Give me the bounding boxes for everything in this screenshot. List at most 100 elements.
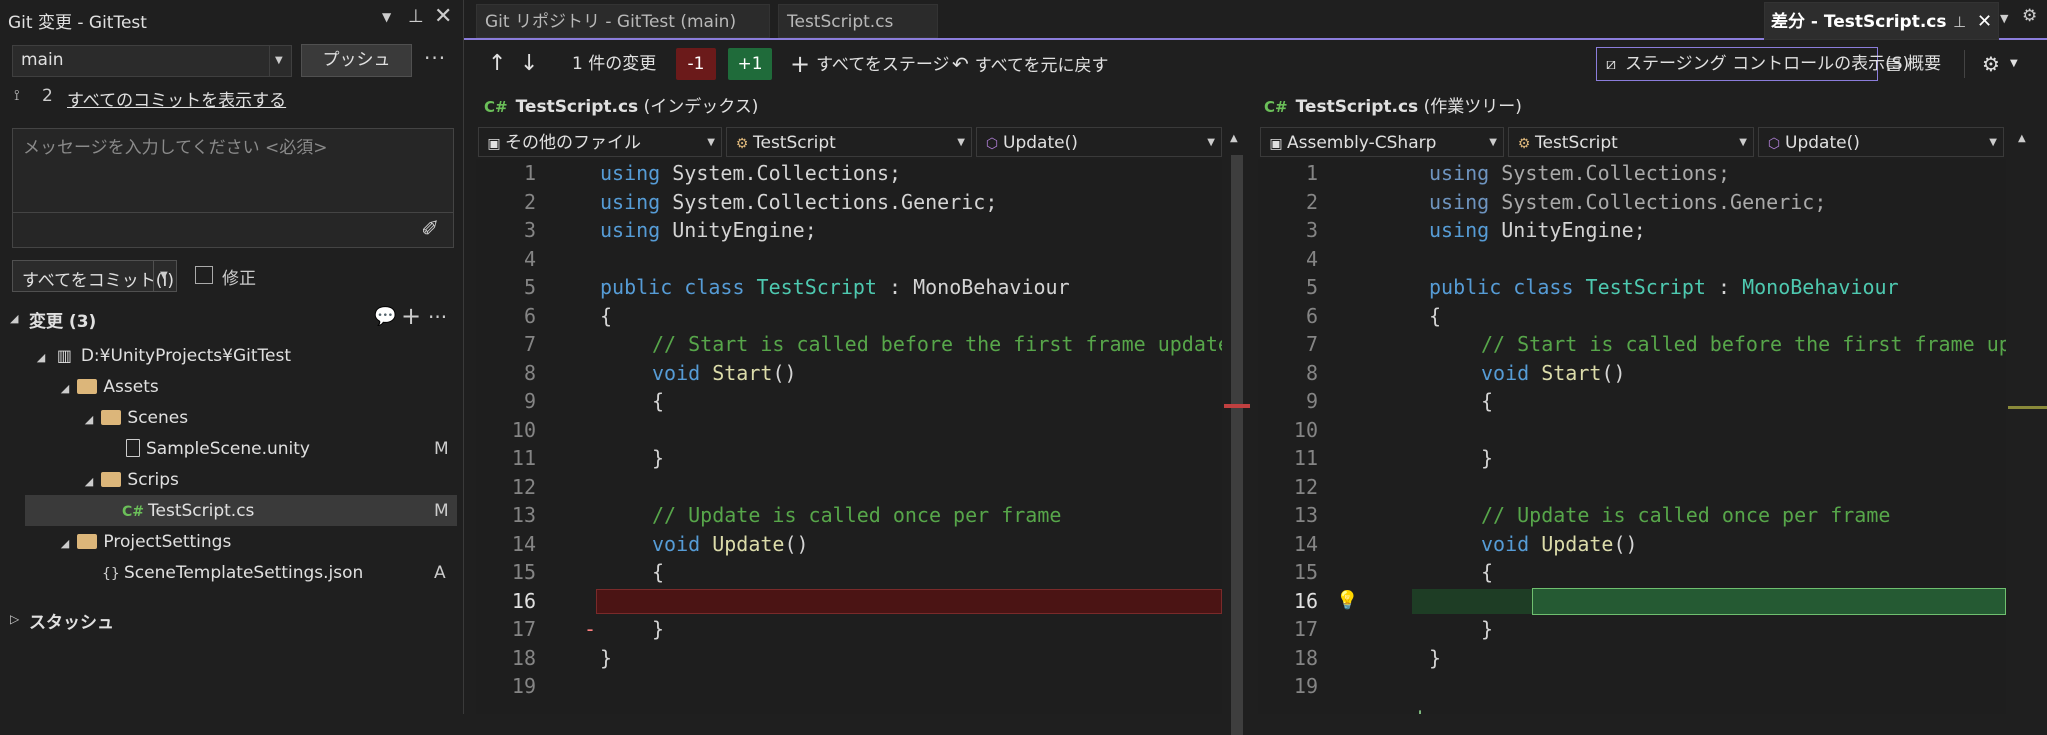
removed-line-highlight — [596, 588, 1222, 614]
collapse-triangle-icon[interactable]: ◢ — [10, 312, 18, 325]
chevron-down-icon: ▼ — [1489, 137, 1497, 148]
added-count-badge: +1 — [728, 48, 772, 80]
tree-item-label: ProjectSettings — [103, 532, 232, 552]
show-staging-controls-button[interactable]: ⧄ ステージング コントロールの表示(S) — [1596, 47, 1909, 81]
panel-menu-icon[interactable]: ▼ — [382, 10, 391, 24]
tree-item-samplescene[interactable]: SampleScene.unity — [126, 434, 310, 464]
right-pane-filename: TestScript.cs — [1295, 97, 1419, 117]
commit-message-input[interactable]: メッセージを入力してください <必須> — [23, 133, 328, 158]
chevron-down-icon[interactable]: ▼ — [160, 270, 168, 281]
git-changes-panel: Git 変更 - GitTest ▼ ⊥ ✕ main ▼ プッシュ ··· ⟟… — [0, 0, 464, 714]
method-icon: ⬡ — [1767, 136, 1781, 152]
tree-item-label: Scrips — [127, 470, 179, 490]
chevron-down-icon[interactable]: ▼ — [2010, 48, 2018, 80]
staging-toggle-icon: ⧄ — [1605, 54, 1617, 73]
tree-item-scenetemplate[interactable]: {} SceneTemplateSettings.json — [102, 558, 363, 588]
repository-icon: ▥ — [56, 346, 72, 365]
commit-all-button[interactable]: すべてをコミット(I) ▼ — [12, 260, 177, 292]
tab-git-repository[interactable]: Git リポジトリ - GitTest (main) — [476, 4, 770, 38]
more-options-icon[interactable]: ··· — [428, 305, 447, 329]
pin-icon[interactable]: ⊥ — [1953, 3, 1966, 41]
commit-graph-icon: ⟟ — [14, 86, 20, 104]
diff-toolbar: ↑ ↓ 1 件の変更 -1 +1 + すべてをステージ ↶ すべてを元に戻す ⧄ ステ… — [464, 42, 2047, 86]
folder-icon — [77, 379, 98, 394]
tree-item-testscript[interactable]: C# TestScript.cs — [122, 496, 254, 526]
show-all-commits-link[interactable]: すべてのコミットを表示する — [67, 86, 286, 111]
left-member-combo[interactable]: ⬡ Update() ▼ — [976, 127, 1222, 157]
stage-all-plus-icon[interactable]: + — [401, 302, 421, 330]
combo-label: その他のファイル — [505, 133, 641, 153]
tree-item-projectsettings[interactable]: ◢ ProjectSettings — [58, 527, 232, 557]
tab-list-dropdown-icon[interactable]: ▼ — [2000, 12, 2008, 25]
chevron-down-icon: ▼ — [275, 55, 283, 66]
pin-icon[interactable]: ⊥ — [408, 6, 424, 27]
collapse-triangle-icon: ◢ — [84, 413, 94, 426]
right-class-combo[interactable]: ⚙ TestScript ▼ — [1508, 127, 1754, 157]
overview-button[interactable]: ▤ 概要 — [1886, 48, 1941, 80]
plus-icon: + — [790, 50, 811, 78]
stage-all-button[interactable]: + すべてをステージ — [790, 48, 950, 80]
left-project-combo[interactable]: ▣ その他のファイル ▼ — [478, 127, 722, 157]
right-member-combo[interactable]: ⬡ Update() ▼ — [1758, 127, 2004, 157]
tab-testscript[interactable]: TestScript.cs — [778, 4, 938, 38]
collapse-triangle-icon: ◢ — [60, 382, 70, 395]
branch-name: main — [21, 50, 64, 70]
settings-gear-icon[interactable]: ⚙ — [1982, 48, 2000, 80]
overview-document-icon: ▤ — [1886, 54, 1902, 73]
changes-header[interactable]: 変更 (3) — [29, 307, 96, 332]
left-vertical-scrollbar[interactable]: ▲ — [1224, 127, 1250, 735]
branch-selector[interactable]: main ▼ — [12, 45, 292, 77]
scroll-up-arrow-icon[interactable]: ▲ — [2018, 133, 2026, 144]
settings-gear-icon[interactable]: ⚙ — [2022, 6, 2037, 26]
chevron-down-icon: ▼ — [1739, 137, 1747, 148]
outgoing-commit-count: 2 — [42, 86, 53, 106]
right-project-combo[interactable]: ▣ Assembly-CSharp ▼ — [1260, 127, 1504, 157]
lightbulb-icon[interactable]: 💡 — [1336, 587, 1358, 616]
tree-item-repo-root[interactable]: ◢ ▥ D:¥UnityProjects¥GitTest — [34, 341, 291, 371]
right-vertical-scrollbar[interactable]: ▲ — [2008, 127, 2047, 714]
tab-diff-testscript[interactable]: 差分 - TestScript.cs ⊥ ✕ — [1764, 2, 1999, 40]
tree-item-scenes[interactable]: ◢ Scenes — [82, 403, 188, 433]
commit-message-box[interactable]: メッセージを入力してください <必須> ✐ — [12, 128, 454, 248]
close-icon[interactable]: ✕ — [434, 4, 452, 29]
left-code-editor[interactable]: 1 using System.Collections; 2 using System… — [476, 159, 1222, 714]
expand-triangle-icon[interactable]: ▷ — [10, 612, 19, 626]
scrollbar-thumb[interactable] — [1231, 155, 1243, 735]
chevron-down-icon: ▼ — [1207, 137, 1215, 148]
amend-label: 修正 — [222, 269, 256, 289]
close-icon[interactable]: ✕ — [1977, 3, 1992, 41]
revert-all-label: すべてを元に戻す — [974, 56, 1109, 76]
panel-title: Git 変更 - GitTest — [8, 13, 147, 33]
combo-label: Update() — [1003, 133, 1078, 153]
stash-header[interactable]: スタッシュ — [29, 608, 114, 633]
push-button[interactable]: プッシュ — [301, 44, 412, 77]
tree-item-label: Scenes — [127, 408, 189, 428]
revert-all-button[interactable]: ↶ すべてを元に戻す — [952, 48, 1109, 80]
tree-item-label: Assets — [103, 377, 159, 397]
project-icon: ▣ — [1269, 136, 1283, 152]
combo-label: Assembly-CSharp — [1287, 133, 1437, 153]
previous-change-arrow-icon[interactable]: ↑ — [488, 48, 506, 80]
scroll-up-arrow-icon[interactable]: ▲ — [1230, 133, 1238, 144]
combo-label: TestScript — [1535, 133, 1618, 153]
more-options-icon[interactable]: ··· — [424, 46, 446, 70]
overview-label: 概要 — [1907, 54, 1942, 74]
json-file-icon: {} — [102, 566, 120, 582]
copilot-wand-icon[interactable]: ✐ — [421, 217, 439, 242]
chevron-down-icon: ▼ — [707, 137, 715, 148]
combo-label: Update() — [1785, 133, 1860, 153]
left-class-combo[interactable]: ⚙ TestScript ▼ — [726, 127, 972, 157]
ai-comment-icon[interactable]: 💬 — [374, 306, 396, 327]
tree-item-label: TestScript.cs — [148, 501, 255, 521]
right-code-editor[interactable]: 1 using System.Collections; 2 using System… — [1258, 159, 2006, 714]
collapse-triangle-icon: ◢ — [36, 351, 46, 364]
status-badge: M — [434, 439, 449, 459]
class-icon: ⚙ — [1517, 136, 1531, 152]
collapse-triangle-icon: ◢ — [84, 475, 94, 488]
tree-item-scrips[interactable]: ◢ Scrips — [82, 465, 179, 495]
amend-checkbox[interactable] — [195, 266, 213, 284]
removed-count-badge: -1 — [676, 48, 716, 80]
left-pane-header: C# TestScript.cs (インデックス) — [484, 90, 758, 124]
tree-item-assets[interactable]: ◢ Assets — [58, 372, 159, 402]
next-change-arrow-icon[interactable]: ↓ — [520, 48, 538, 80]
